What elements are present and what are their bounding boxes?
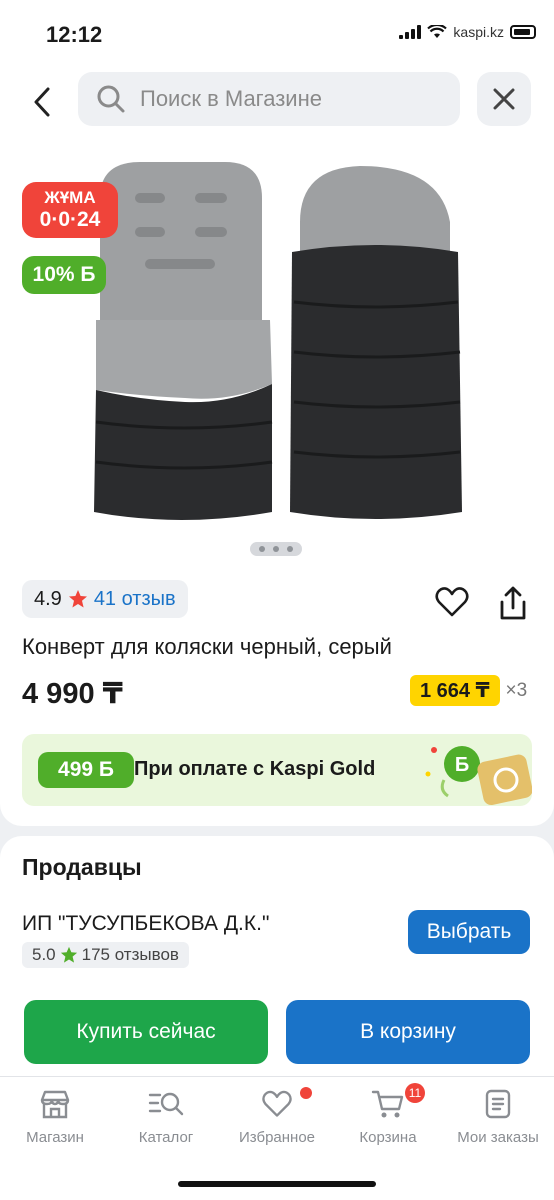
sale-badge: ЖҰМА 0·0·24 <box>22 182 118 238</box>
status-icons: kaspi.kz <box>399 24 536 40</box>
tab-label: Избранное <box>238 1129 316 1146</box>
rating-chip[interactable]: 4.9 41 отзыв <box>22 580 188 618</box>
search-icon <box>97 85 125 113</box>
tab-label: Мои заказы <box>457 1129 539 1146</box>
seller-name[interactable]: ИП "ТУСУПБЕКОВА Д.К." <box>22 912 269 936</box>
seller-rating: 5.0 175 отзывов <box>22 942 189 968</box>
tab-catalog[interactable]: Каталог <box>111 1089 221 1146</box>
heart-icon <box>262 1090 292 1117</box>
rating-value: 4.9 <box>34 587 62 610</box>
sale-badge-line2: 0·0·24 <box>39 208 101 231</box>
seller-reviews: 175 отзывов <box>81 945 179 964</box>
installment-info[interactable]: 1 664 ₸ ×3 <box>410 675 527 706</box>
sale-badge-line1: ЖҰМА <box>44 188 96 207</box>
store-icon <box>40 1090 70 1119</box>
battery-icon <box>510 25 536 39</box>
product-price: 4 990 ₸ <box>22 678 123 710</box>
chevron-left-icon <box>34 87 50 117</box>
product-card: ЖҰМА 0·0·24 10% Б 4.9 41 отзыв Конверт д… <box>0 62 554 826</box>
reviews-link[interactable]: 41 отзыв <box>94 588 176 611</box>
installment-multiplier: ×3 <box>505 679 528 701</box>
status-time: 12:12 <box>46 22 103 47</box>
wifi-icon <box>427 25 448 38</box>
home-indicator <box>178 1181 376 1187</box>
watermark-text: kaspi.kz <box>453 24 504 40</box>
seller-rating-value: 5.0 <box>32 945 56 964</box>
choose-seller-button[interactable]: Выбрать <box>408 910 530 954</box>
kaspi-gold-bonus: 499 Б <box>38 752 134 788</box>
star-icon <box>60 946 77 963</box>
cart-count-badge: 11 <box>405 1083 425 1103</box>
tab-label: Магазин <box>26 1129 84 1146</box>
tab-label: Каталог <box>138 1129 194 1146</box>
buy-now-button[interactable]: Купить сейчас <box>24 1000 268 1064</box>
tab-orders[interactable]: Мои заказы <box>443 1089 553 1146</box>
tab-favorites[interactable]: Избранное <box>222 1087 332 1146</box>
signal-icon <box>399 25 422 39</box>
bonus-badge: 10% Б <box>22 256 106 294</box>
kaspi-gold-text: При оплате с Kaspi Gold <box>134 758 376 780</box>
tab-store[interactable]: Магазин <box>0 1089 110 1146</box>
orders-icon <box>485 1089 511 1119</box>
add-to-cart-button[interactable]: В корзину <box>286 1000 530 1064</box>
pagination-dot <box>287 546 293 552</box>
kaspi-gold-card-icon: Б <box>425 746 532 806</box>
screen: 12:12 kaspi.kz Поиск в Магазине ЖҰМА 0·0… <box>0 0 554 1200</box>
search-bar[interactable] <box>78 72 460 126</box>
share-icon[interactable] <box>494 584 532 622</box>
catalog-search-icon <box>148 1092 184 1116</box>
sellers-section: Продавцы ИП "ТУСУПБЕКОВА Д.К." 5.0 175 о… <box>0 836 554 1076</box>
gallery-pagination[interactable] <box>250 542 302 556</box>
installment-amount: 1 664 ₸ <box>410 675 500 706</box>
tab-cart[interactable]: 11 Корзина <box>333 1083 443 1146</box>
back-button[interactable] <box>22 82 62 122</box>
tab-label: Корзина <box>359 1129 417 1146</box>
pagination-dot <box>273 546 279 552</box>
svg-text:Б: Б <box>455 754 469 776</box>
notification-dot <box>300 1087 312 1099</box>
kaspi-gold-banner[interactable]: 499 Б При оплате с Kaspi Gold Б <box>22 734 532 806</box>
favorite-heart-icon[interactable] <box>434 586 470 618</box>
pagination-dot <box>259 546 265 552</box>
close-icon <box>493 88 515 110</box>
product-title: Конверт для коляски черный, серый <box>22 634 392 659</box>
star-icon <box>68 590 87 608</box>
status-bar: 12:12 kaspi.kz <box>0 0 554 62</box>
search-input[interactable] <box>140 86 440 112</box>
close-search-button[interactable] <box>477 72 531 126</box>
cart-icon <box>371 1090 404 1118</box>
sellers-heading: Продавцы <box>22 854 142 880</box>
